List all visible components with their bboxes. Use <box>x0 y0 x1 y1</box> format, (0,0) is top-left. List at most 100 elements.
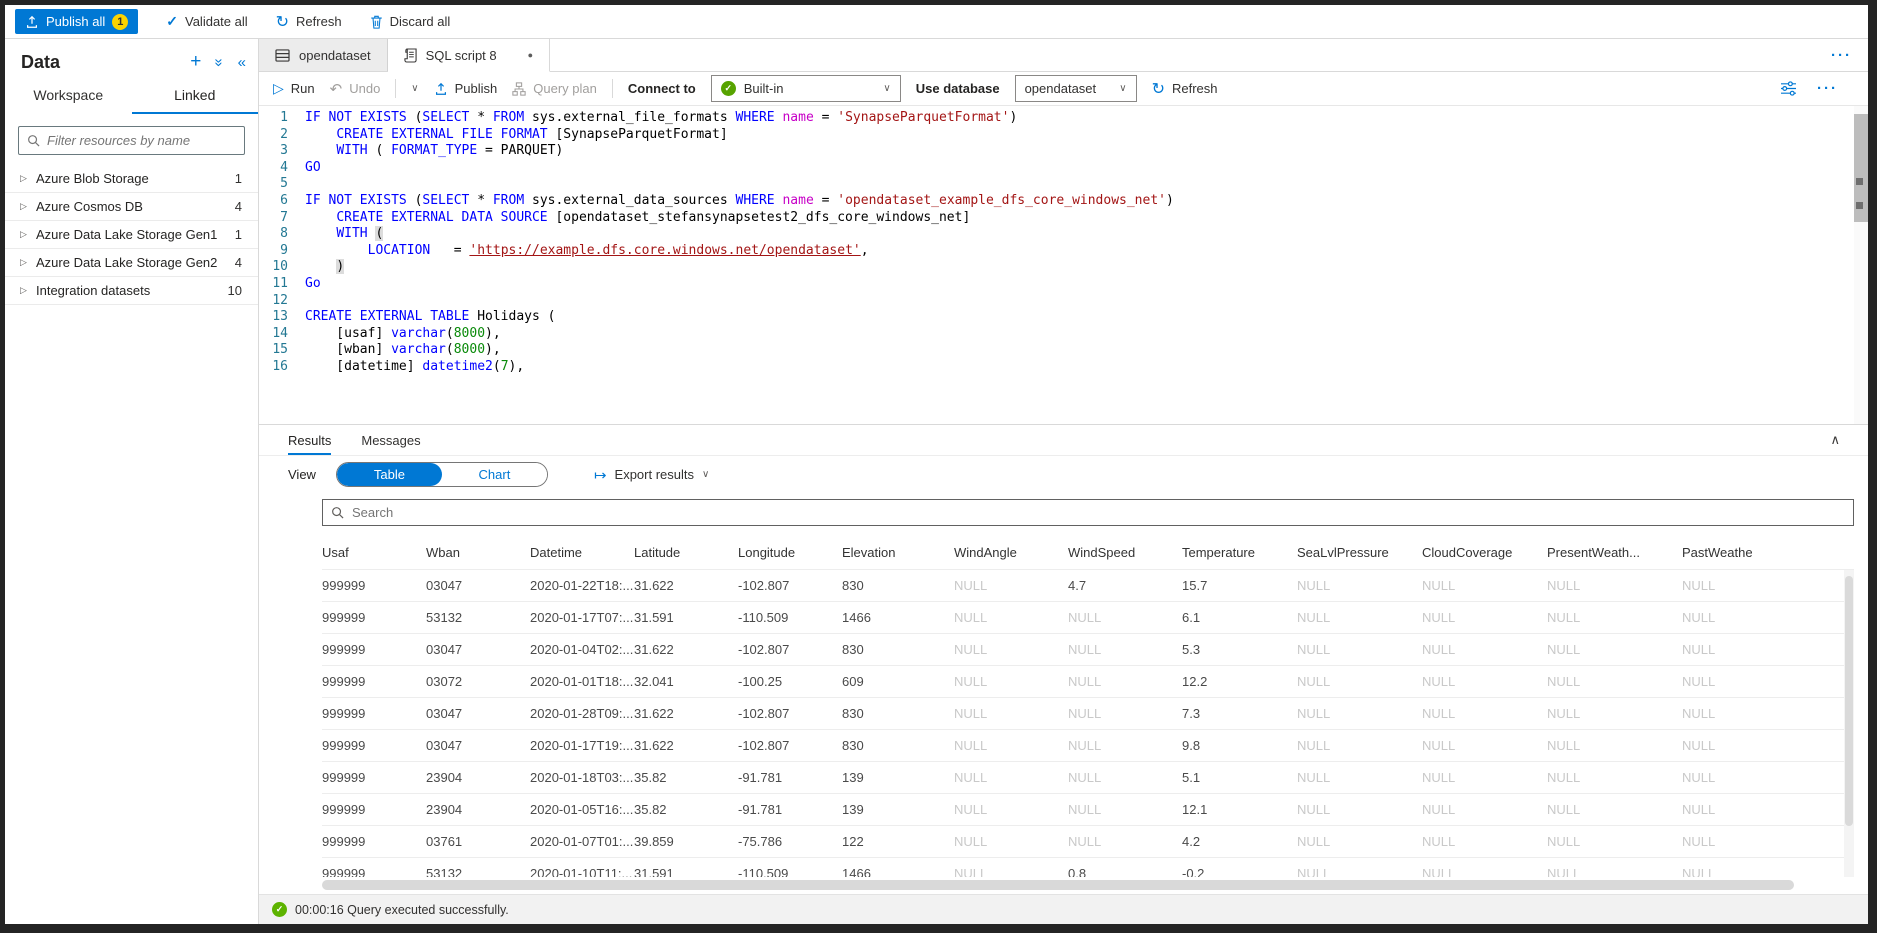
table-cell: 03047 <box>426 578 530 593</box>
code-line: 16 [datetime] datetime2(7), <box>259 359 1868 376</box>
table-cell: NULL <box>1422 770 1547 785</box>
sql-code-editor[interactable]: 1IF NOT EXISTS (SELECT * FROM sys.extern… <box>259 106 1868 424</box>
table-row[interactable]: 999999037612020-01-07T01:...39.859-75.78… <box>322 825 1854 857</box>
table-cell: NULL <box>1547 738 1682 753</box>
tab-sql-script-8[interactable]: SQL script 8 ● <box>388 39 550 72</box>
table-row[interactable]: 999999239042020-01-05T16:...35.82-91.781… <box>322 793 1854 825</box>
scroll-marker <box>1856 202 1863 209</box>
expand-chevron-icon[interactable]: ▷ <box>20 201 36 212</box>
table-vertical-scrollbar[interactable] <box>1844 570 1854 877</box>
table-vertical-scrollbar-thumb[interactable] <box>1845 576 1853 826</box>
search-icon <box>331 506 344 519</box>
table-cell: 7.3 <box>1182 706 1297 721</box>
table-cell: 1466 <box>842 610 954 625</box>
discard-all-button[interactable]: Discard all <box>370 14 451 29</box>
table-row[interactable]: 999999030472020-01-28T09:...31.622-102.8… <box>322 697 1854 729</box>
column-header[interactable]: SeaLvlPressure <box>1297 545 1422 560</box>
tab-workspace[interactable]: Workspace <box>5 87 132 114</box>
expand-chevron-icon[interactable]: ▷ <box>20 257 36 268</box>
settings-sliders-icon[interactable] <box>1780 81 1797 96</box>
table-cell: 53132 <box>426 610 530 625</box>
table-cell: 830 <box>842 706 954 721</box>
export-results-button[interactable]: ↦ Export results ∨ <box>594 466 709 484</box>
toolbar-more-options-icon[interactable]: ··· <box>1801 80 1854 97</box>
collapse-pane-icon[interactable]: « <box>238 54 246 71</box>
linked-resources-tree: ▷Azure Blob Storage1▷Azure Cosmos DB4▷Az… <box>5 165 258 305</box>
tree-item-azure-data-lake-storage-gen1[interactable]: ▷Azure Data Lake Storage Gen11 <box>5 221 258 249</box>
table-cell: 12.1 <box>1182 802 1297 817</box>
refresh-icon: ↻ <box>276 12 289 32</box>
publish-button[interactable]: Publish <box>434 81 498 96</box>
view-toggle-chart[interactable]: Chart <box>442 463 547 486</box>
column-header[interactable]: Longitude <box>738 545 842 560</box>
column-header[interactable]: CloudCoverage <box>1422 545 1547 560</box>
tree-item-label: Azure Data Lake Storage Gen1 <box>36 227 235 242</box>
code-line: 13CREATE EXTERNAL TABLE Holidays ( <box>259 309 1868 326</box>
table-cell: 999999 <box>322 578 426 593</box>
code-line: 3 WITH ( FORMAT_TYPE = PARQUET) <box>259 143 1868 160</box>
column-header[interactable]: PastWeathe <box>1682 545 1802 560</box>
add-resource-icon[interactable]: + <box>190 51 201 73</box>
table-horizontal-scrollbar[interactable] <box>322 879 1854 891</box>
table-horizontal-scrollbar-thumb[interactable] <box>322 880 1794 890</box>
undo-button[interactable]: ↶ Undo <box>330 80 381 98</box>
expand-chevron-icon[interactable]: ▷ <box>20 285 36 296</box>
tree-item-integration-datasets[interactable]: ▷Integration datasets10 <box>5 277 258 305</box>
tree-item-azure-data-lake-storage-gen2[interactable]: ▷Azure Data Lake Storage Gen24 <box>5 249 258 277</box>
table-cell: 2020-01-05T16:... <box>530 802 634 817</box>
collapse-results-chevron-icon[interactable]: ∧ <box>1830 432 1840 448</box>
tab-messages[interactable]: Messages <box>361 425 420 455</box>
tree-item-azure-cosmos-db[interactable]: ▷Azure Cosmos DB4 <box>5 193 258 221</box>
table-row[interactable]: 999999531322020-01-10T11:...31.591-110.5… <box>322 857 1854 877</box>
column-header[interactable]: Temperature <box>1182 545 1297 560</box>
view-controls: View Table Chart ↦ Export results ∨ <box>259 456 1868 493</box>
results-search-input[interactable] <box>352 505 1845 520</box>
table-cell: -102.807 <box>738 738 842 753</box>
column-header[interactable]: PresentWeath... <box>1547 545 1682 560</box>
column-header[interactable]: Latitude <box>634 545 738 560</box>
query-plan-button[interactable]: Query plan <box>512 81 597 96</box>
collapse-all-icon[interactable]: » <box>211 58 228 66</box>
publish-all-button[interactable]: Publish all 1 <box>15 9 138 34</box>
connect-to-dropdown[interactable]: ✓ Built-in ∨ <box>711 75 901 102</box>
table-row[interactable]: 999999030472020-01-17T19:...31.622-102.8… <box>322 729 1854 761</box>
tabbar-more-options-icon[interactable]: ··· <box>1815 47 1868 64</box>
database-refresh-button[interactable]: ↻ Refresh <box>1152 79 1218 99</box>
table-row[interactable]: 999999030722020-01-01T18:...32.041-100.2… <box>322 665 1854 697</box>
filter-resources-input[interactable] <box>47 133 236 148</box>
tab-linked[interactable]: Linked <box>132 87 259 114</box>
undo-dropdown-chevron-icon[interactable]: ∨ <box>411 83 418 94</box>
editor-scrollbar[interactable] <box>1854 106 1868 424</box>
validate-all-button[interactable]: ✓ Validate all <box>166 13 247 30</box>
table-row[interactable]: 999999030472020-01-04T02:...31.622-102.8… <box>322 633 1854 665</box>
tab-opendataset[interactable]: opendataset <box>259 39 388 71</box>
expand-chevron-icon[interactable]: ▷ <box>20 173 36 184</box>
code-text: CREATE EXTERNAL TABLE Holidays ( <box>305 309 1868 326</box>
use-database-dropdown[interactable]: opendataset ∨ <box>1015 75 1137 102</box>
table-row[interactable]: 999999239042020-01-18T03:...35.82-91.781… <box>322 761 1854 793</box>
code-text: CREATE EXTERNAL FILE FORMAT [SynapseParq… <box>305 127 1868 144</box>
column-header[interactable]: Usaf <box>322 545 426 560</box>
query-status-text: 00:00:16 Query executed successfully. <box>295 903 509 917</box>
table-row[interactable]: 999999531322020-01-17T07:...31.591-110.5… <box>322 601 1854 633</box>
code-text: GO <box>305 160 1868 177</box>
expand-chevron-icon[interactable]: ▷ <box>20 229 36 240</box>
undo-icon: ↶ <box>330 80 343 98</box>
table-cell: -102.807 <box>738 706 842 721</box>
column-header[interactable]: Datetime <box>530 545 634 560</box>
tab-results[interactable]: Results <box>288 425 331 455</box>
column-header[interactable]: WindSpeed <box>1068 545 1182 560</box>
column-header[interactable]: Elevation <box>842 545 954 560</box>
refresh-button[interactable]: ↻ Refresh <box>276 12 342 32</box>
run-button[interactable]: ▷ Run <box>273 80 315 97</box>
table-cell: 5.1 <box>1182 770 1297 785</box>
table-cell: NULL <box>954 610 1068 625</box>
table-cell: NULL <box>1682 770 1802 785</box>
line-number: 12 <box>259 293 305 310</box>
view-toggle-table[interactable]: Table <box>337 463 442 486</box>
tree-item-azure-blob-storage[interactable]: ▷Azure Blob Storage1 <box>5 165 258 193</box>
code-line: 2 CREATE EXTERNAL FILE FORMAT [SynapsePa… <box>259 127 1868 144</box>
column-header[interactable]: Wban <box>426 545 530 560</box>
column-header[interactable]: WindAngle <box>954 545 1068 560</box>
table-row[interactable]: 999999030472020-01-22T18:...31.622-102.8… <box>322 569 1854 601</box>
